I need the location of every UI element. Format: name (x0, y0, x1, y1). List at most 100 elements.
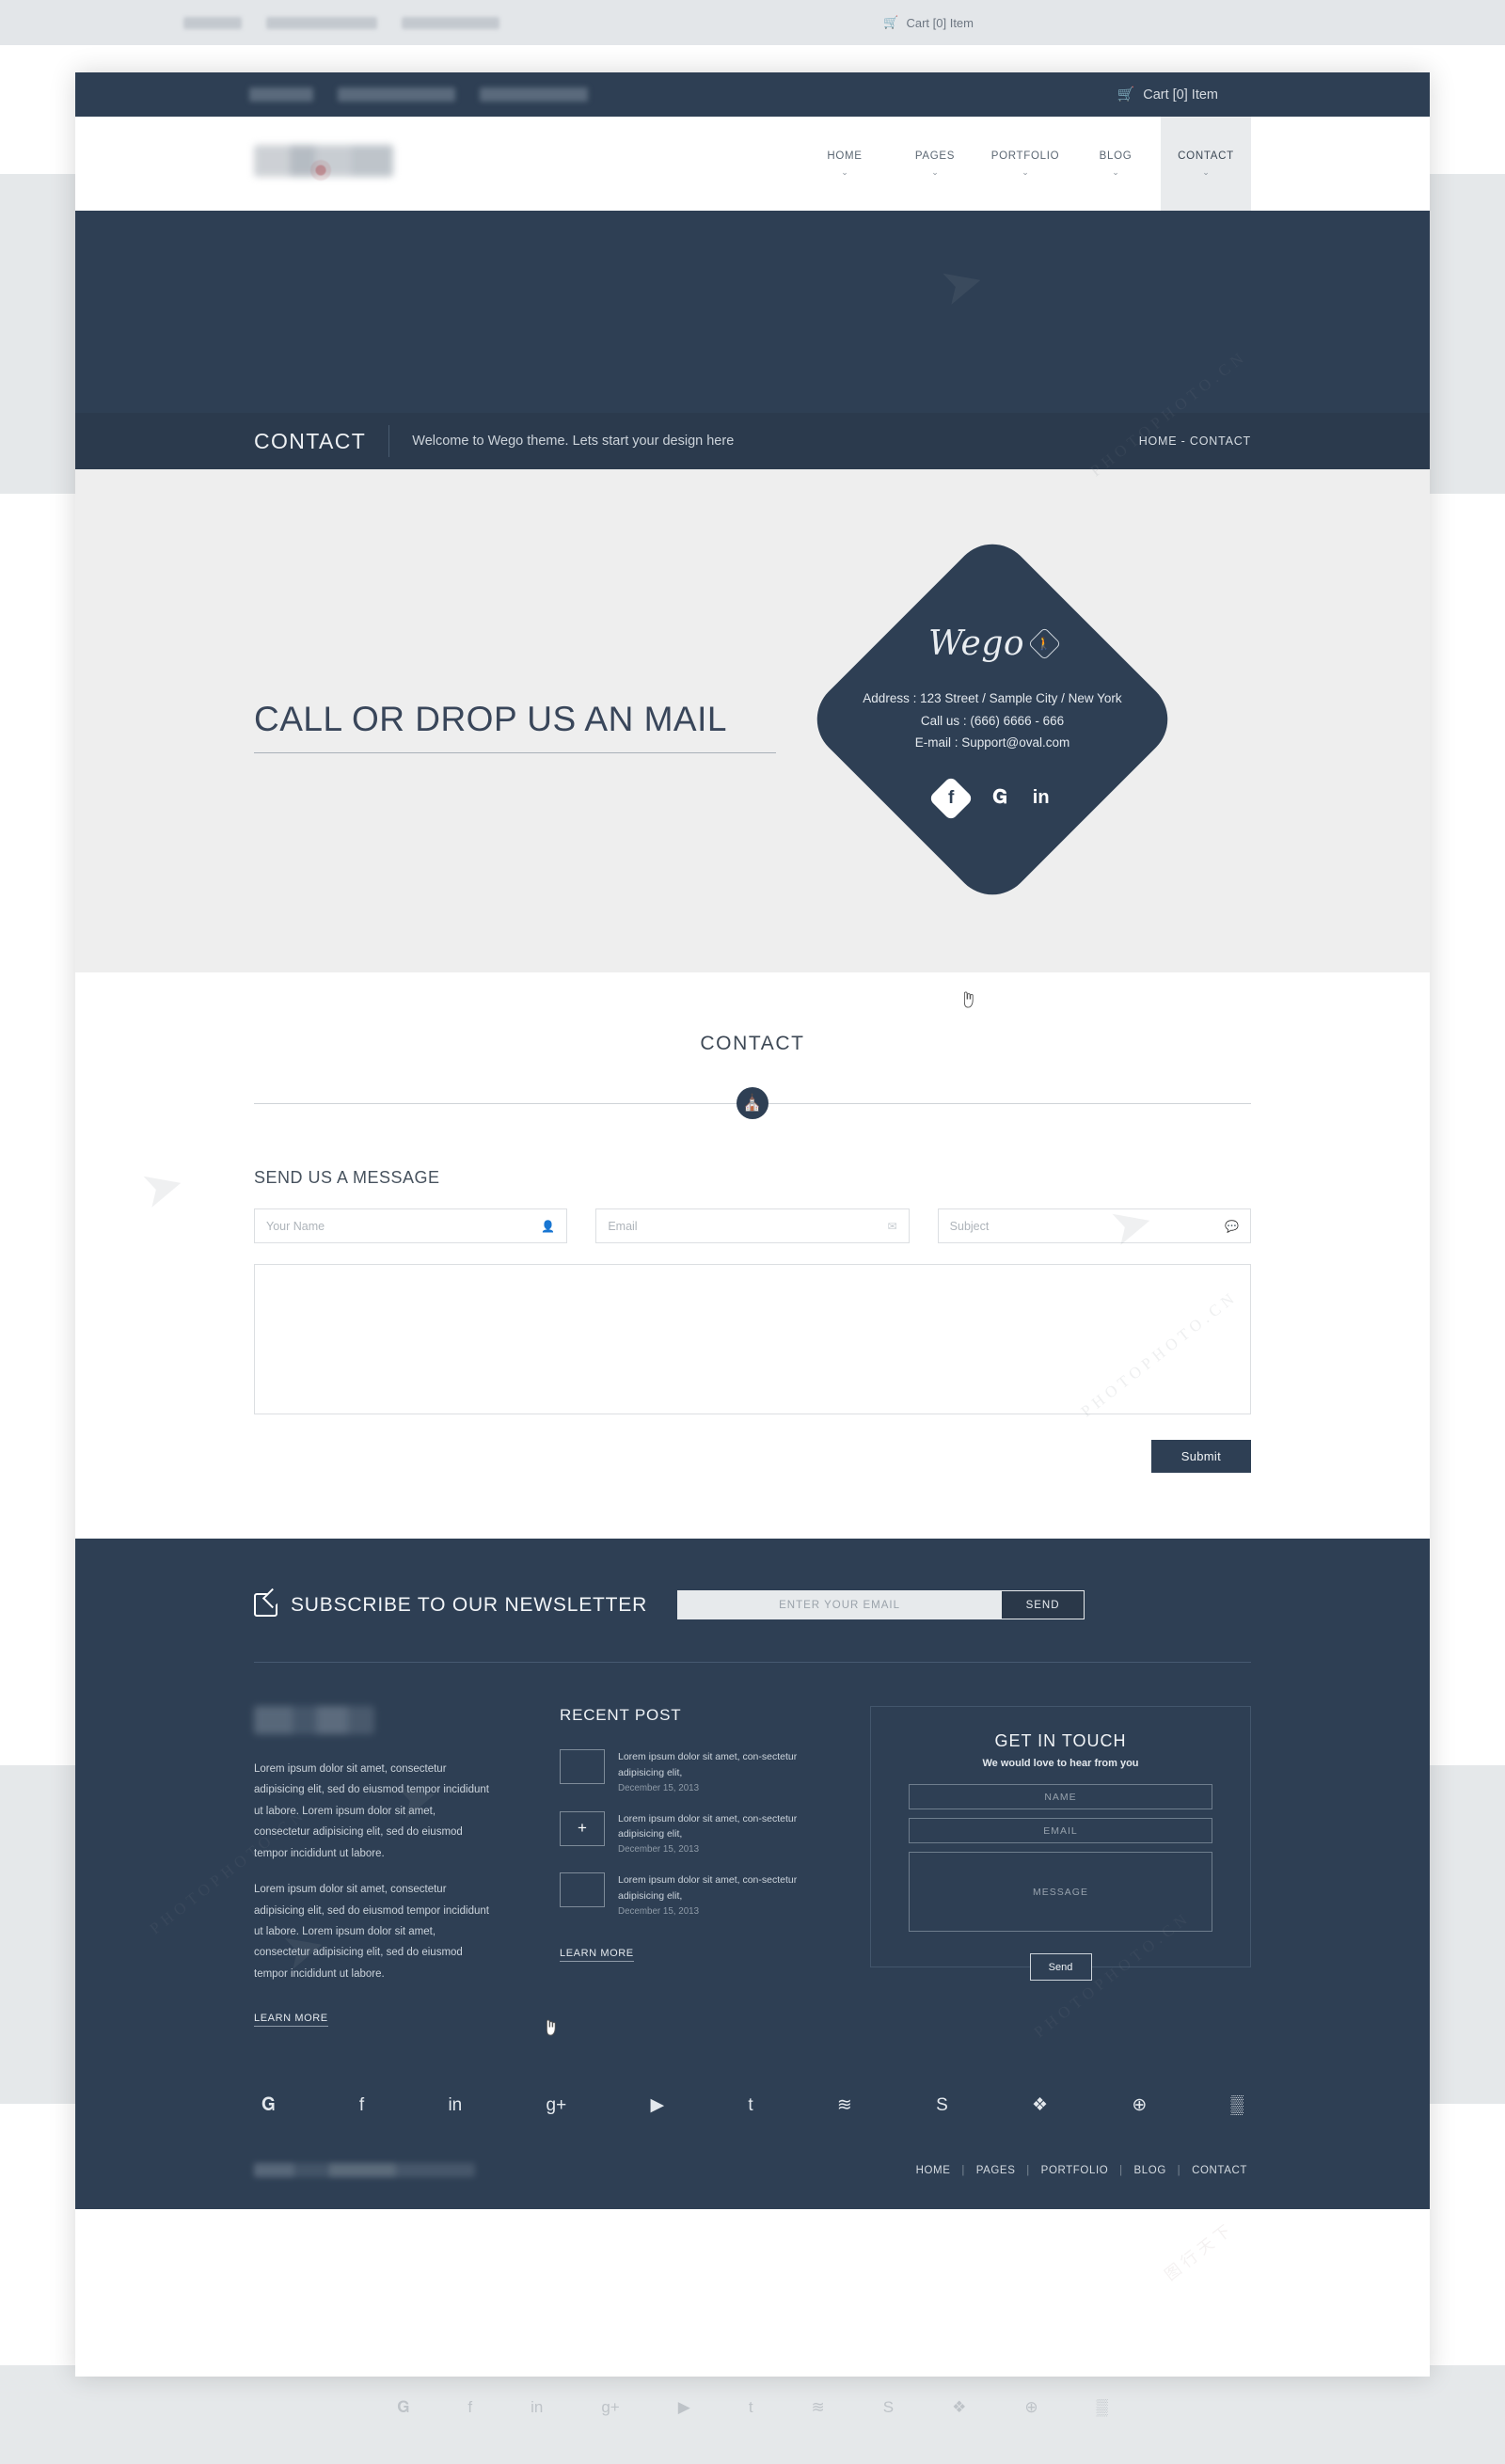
card-phone: Call us : (666) 6666 - 666 (920, 713, 1065, 728)
recent-learn-more-link[interactable]: LEARN MORE (560, 1948, 634, 1962)
footer-nav-pages[interactable]: PAGES (973, 2165, 1020, 2176)
newsletter-placeholder: ENTER YOUR EMAIL (779, 1599, 901, 1611)
headphones-icon: ⛪ (737, 1087, 768, 1119)
topbar-blur-link[interactable] (338, 87, 455, 102)
footer-nav-portfolio[interactable]: PORTFOLIO (1038, 2165, 1113, 2176)
footer-nav-blog[interactable]: BLOG (1131, 2165, 1170, 2176)
envelope-icon: ✉ (887, 1219, 897, 1233)
get-in-touch-subtitle: We would love to hear from you (982, 1758, 1139, 1769)
topbar-links[interactable] (249, 87, 588, 102)
heading-underline (254, 752, 776, 753)
rss-icon: ≋ (811, 2398, 825, 2416)
hero-headline: CALL OR DROP US AN MAIL (254, 700, 727, 738)
tumblr-icon[interactable]: t (748, 2095, 752, 2116)
subject-input[interactable]: Subject 💬 (937, 1208, 1251, 1243)
name-placeholder: Your Name (266, 1219, 325, 1233)
ghost-blur-text (402, 16, 499, 29)
page-title-bar: CONTACT Welcome to Wego theme. Lets star… (75, 413, 1430, 469)
touch-send-button[interactable]: Send (1029, 1953, 1092, 1981)
name-input[interactable]: Your Name 👤 (254, 1208, 568, 1243)
user-icon: 👤 (541, 1219, 556, 1233)
nav-item-pages[interactable]: PAGES ⌄ (890, 117, 980, 211)
main-navigation: HOME ⌄ PAGES ⌄ PORTFOLIO ⌄ BLOG ⌄ CONTAC… (800, 117, 1251, 211)
post-text: Lorem ipsum dolor sit amet, con-sectetur… (618, 1812, 798, 1840)
screenshot-root: 🛒 Cart [0] Item 𝐆 f in g+ ▶ t ≋ S ❖ ⊕ ▒ … (0, 0, 1505, 2464)
post-thumbnail-hover[interactable] (560, 1810, 605, 1846)
nav-item-home[interactable]: HOME ⌄ (800, 117, 890, 211)
site-header: HOME ⌄ PAGES ⌄ PORTFOLIO ⌄ BLOG ⌄ CONTAC… (75, 117, 1430, 211)
footer-nav-contact[interactable]: CONTACT (1188, 2165, 1251, 2176)
twitter-icon: 𝐆 (397, 2398, 410, 2416)
top-utility-bar: 🛒 Cart [0] Item (75, 72, 1430, 117)
dribbble-icon[interactable]: ⊕ (1132, 2094, 1147, 2116)
get-in-touch-form: GET IN TOUCH We would love to hear from … (870, 1706, 1251, 1981)
list-item[interactable]: Lorem ipsum dolor sit amet, con-sectetur… (560, 1749, 800, 1793)
ghost-footer-socials: 𝐆 f in g+ ▶ t ≋ S ❖ ⊕ ▒ (0, 2379, 1505, 2436)
touch-message-placeholder: MESSAGE (1033, 1886, 1088, 1898)
about-learn-more-link[interactable]: LEARN MORE (254, 2013, 328, 2028)
site-logo[interactable] (254, 139, 393, 188)
nav-item-blog[interactable]: BLOG ⌄ (1070, 117, 1161, 211)
ghost-blur-text (183, 16, 242, 29)
cart-link[interactable]: 🛒 Cart [0] Item (1117, 87, 1218, 103)
touch-name-placeholder: NAME (1044, 1791, 1077, 1803)
mouse-cursor-hand-footer (546, 2019, 556, 2036)
post-thumbnail[interactable] (560, 1872, 605, 1908)
message-textarea[interactable] (254, 1264, 1251, 1414)
rss-icon[interactable]: ≋ (837, 2094, 852, 2116)
youtube-icon[interactable]: ▶ (650, 2094, 664, 2116)
section-title: CONTACT (700, 1033, 805, 1054)
nav-item-portfolio[interactable]: PORTFOLIO ⌄ (980, 117, 1070, 211)
twitter-icon[interactable]: 𝐆 (261, 2095, 276, 2116)
footer-nav-home[interactable]: HOME (912, 2165, 955, 2176)
contact-hero: CALL OR DROP US AN MAIL Wego 🚶 Address :… (75, 469, 1430, 972)
logo-mark-icon (310, 160, 331, 181)
nav-label: HOME (827, 150, 863, 162)
about-paragraph: Lorem ipsum dolor sit amet, consectetur … (254, 1884, 489, 1980)
cart-icon: 🛒 (1117, 87, 1135, 103)
footer-nav-separator: | (1177, 2164, 1181, 2176)
google-plus-icon[interactable]: g+ (547, 2095, 567, 2116)
touch-message-input[interactable]: MESSAGE (909, 1852, 1212, 1932)
footer-navigation: HOME | PAGES | PORTFOLIO | BLOG | CONTAC… (912, 2165, 1251, 2176)
ghost-topbar-links (183, 16, 499, 29)
topbar-blur-link[interactable] (480, 87, 588, 102)
nav-item-contact[interactable]: CONTACT ⌄ (1161, 117, 1251, 211)
cart-icon: 🛒 (883, 15, 899, 29)
touch-name-input[interactable]: NAME (909, 1784, 1212, 1809)
section-divider: ⛪ (254, 1087, 1251, 1119)
contact-diamond-card: Wego 🚶 Address : 123 Street / Sample Cit… (800, 484, 1184, 955)
post-text: Lorem ipsum dolor sit amet, con-sectetur… (618, 1874, 798, 1902)
behance-icon[interactable]: ▒ (1231, 2095, 1244, 2116)
linkedin-icon[interactable]: in (448, 2095, 462, 2116)
nav-label: PAGES (914, 150, 956, 162)
dropbox-icon[interactable]: ❖ (1032, 2094, 1048, 2116)
about-paragraph: Lorem ipsum dolor sit amet, consectetur … (254, 1763, 489, 1859)
submit-button[interactable]: Submit (1150, 1440, 1251, 1473)
behance-icon: ▒ (1096, 2398, 1108, 2416)
footer-about-column: Lorem ipsum dolor sit amet, consectetur … (254, 1706, 489, 2028)
list-item[interactable]: Lorem ipsum dolor sit amet, con-sectetur… (560, 1872, 800, 1917)
list-item[interactable]: Lorem ipsum dolor sit amet, con-sectetur… (560, 1810, 800, 1855)
newsletter-email-input[interactable]: ENTER YOUR EMAIL (677, 1590, 1003, 1619)
touch-email-placeholder: EMAIL (1043, 1824, 1078, 1837)
brand-name: Wego (927, 624, 1025, 664)
page-title: CONTACT (254, 428, 367, 453)
newsletter-send-button[interactable]: SEND (1002, 1590, 1085, 1619)
twitter-icon[interactable]: 𝐆 (992, 787, 1006, 809)
touch-email-input[interactable]: EMAIL (909, 1818, 1212, 1843)
skype-icon[interactable]: S (936, 2095, 948, 2116)
post-thumbnail[interactable] (560, 1749, 605, 1784)
facebook-icon[interactable]: f (928, 775, 974, 821)
breadcrumb[interactable]: HOME - CONTACT (1139, 434, 1251, 448)
nav-label: CONTACT (1178, 150, 1234, 162)
tumblr-icon: t (748, 2398, 753, 2416)
recent-post-title: RECENT POST (560, 1706, 682, 1724)
contact-hero-heading: CALL OR DROP US AN MAIL (254, 700, 776, 753)
linkedin-icon[interactable]: in (1033, 787, 1050, 809)
topbar-blur-link[interactable] (249, 87, 313, 102)
facebook-icon[interactable]: f (359, 2095, 364, 2116)
subject-placeholder: Subject (949, 1219, 990, 1233)
cart-label: Cart [0] Item (1143, 87, 1218, 103)
email-input[interactable]: Email ✉ (595, 1208, 910, 1243)
